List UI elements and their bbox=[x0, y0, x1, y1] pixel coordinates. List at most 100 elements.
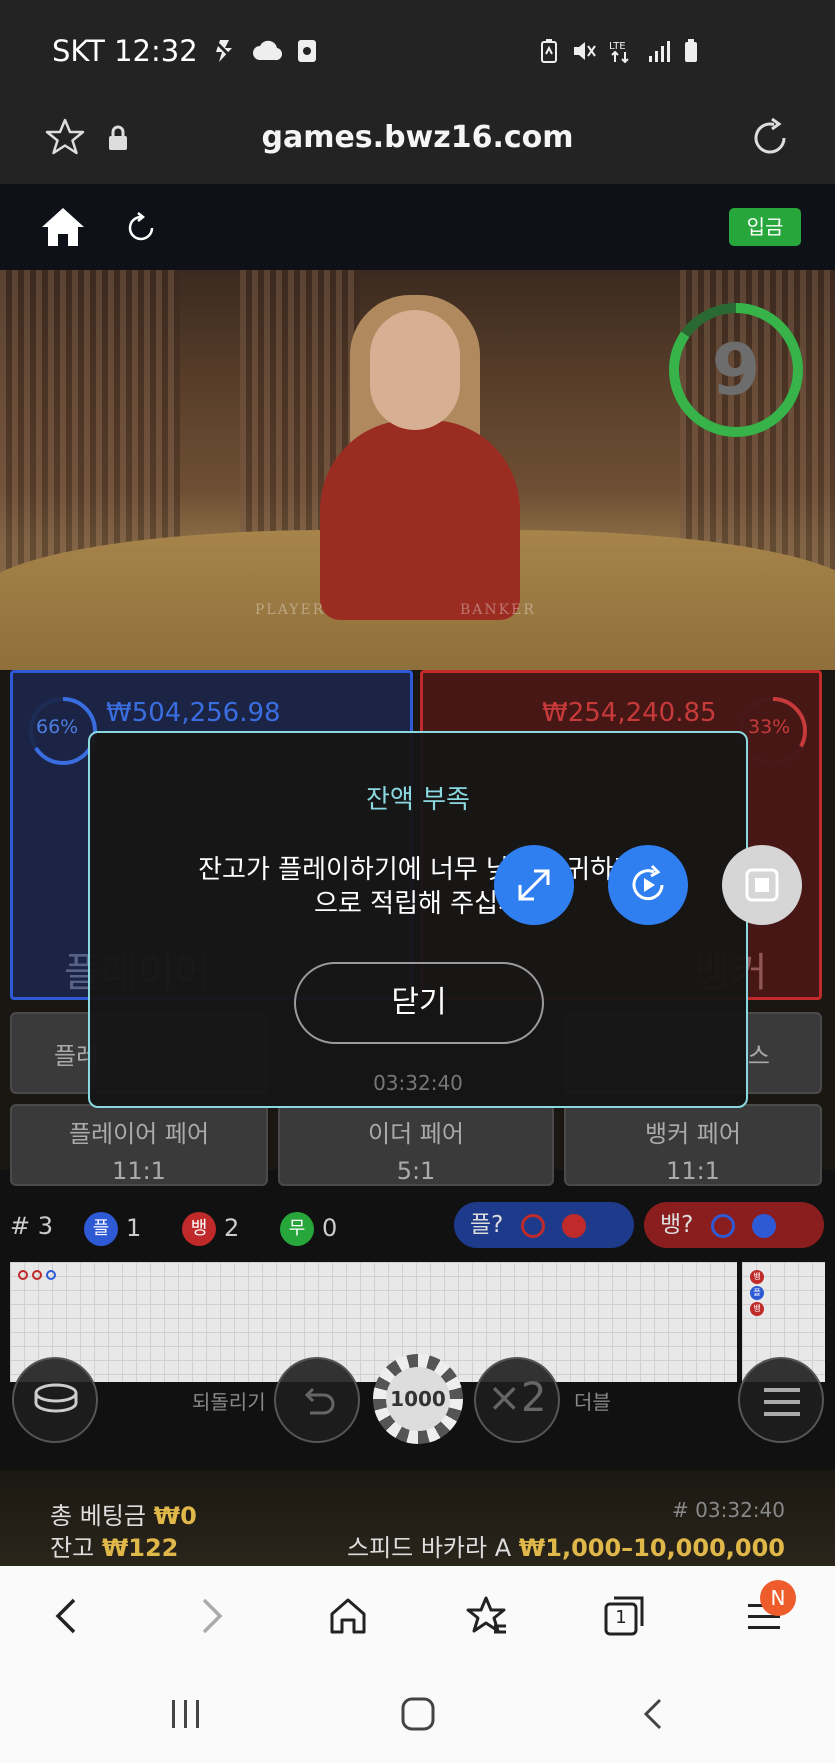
player-wins: 플1 bbox=[84, 1212, 141, 1246]
chip-tray-button[interactable] bbox=[12, 1357, 98, 1443]
round-time: # 03:32:40 bbox=[672, 1498, 785, 1522]
balance: 잔고 ₩122 bbox=[50, 1528, 178, 1563]
player-pair-odds: 11:1 bbox=[112, 1157, 166, 1185]
dealer-head bbox=[370, 310, 460, 430]
banker-pair-button[interactable]: 뱅커 페어 11:1 bbox=[564, 1104, 822, 1186]
road-dot bbox=[46, 1270, 56, 1280]
browser-url-bar: games.bwz16.com bbox=[0, 100, 835, 184]
tabs-count: 1 bbox=[615, 1607, 627, 1628]
player-percent: 66% bbox=[36, 716, 79, 738]
banker-ask-label: 뱅? bbox=[660, 1212, 694, 1238]
player-win-count: 1 bbox=[126, 1214, 142, 1242]
tie-chip-label: 무 bbox=[280, 1212, 314, 1246]
chip-stack-icon bbox=[34, 1383, 78, 1413]
dialog-close-button[interactable]: 닫기 bbox=[294, 962, 544, 1044]
total-bet-label: 총 베팅금 bbox=[50, 1502, 146, 1530]
table-print-banker: BANKER bbox=[460, 602, 536, 618]
app-notification-icon bbox=[297, 40, 316, 62]
bead-player: 플 bbox=[750, 1286, 764, 1300]
player-total-amount: ₩504,256.98 bbox=[106, 698, 281, 728]
system-back-icon[interactable] bbox=[634, 1696, 674, 1732]
banker-pair-odds: 11:1 bbox=[666, 1157, 720, 1185]
home-nav-icon[interactable] bbox=[326, 1594, 370, 1638]
player-pair-button[interactable]: 플레이어 페어 11:1 bbox=[10, 1104, 268, 1186]
balance-value: ₩122 bbox=[101, 1534, 179, 1562]
undo-label: 되돌리기 bbox=[192, 1390, 266, 1414]
either-pair-odds: 5:1 bbox=[396, 1157, 436, 1185]
bead-banker: 뱅 bbox=[750, 1302, 764, 1316]
bead-banker: 뱅 bbox=[750, 1270, 764, 1284]
double-button[interactable]: ×2 bbox=[474, 1357, 560, 1443]
flash-off-icon bbox=[213, 39, 236, 63]
recent-apps-icon[interactable] bbox=[166, 1696, 206, 1732]
either-pair-label: 이더 페어 bbox=[368, 1120, 464, 1148]
stop-record-fab[interactable] bbox=[722, 845, 802, 925]
battery-icon bbox=[685, 39, 697, 62]
road-dot bbox=[18, 1270, 28, 1280]
chip-1000[interactable]: 1000 bbox=[373, 1354, 463, 1444]
battery-saver-icon bbox=[541, 39, 557, 63]
table-name: 스피드 바카라 A bbox=[346, 1534, 512, 1562]
system-nav-bar bbox=[0, 1666, 835, 1763]
deposit-button[interactable]: 입금 bbox=[729, 208, 801, 246]
big-road-board[interactable] bbox=[10, 1262, 737, 1382]
replay-fab[interactable] bbox=[608, 845, 688, 925]
refresh-icon[interactable] bbox=[124, 210, 158, 244]
total-bet: 총 베팅금 ₩0 bbox=[50, 1496, 197, 1531]
browser-nav-bar: 1 bbox=[0, 1566, 835, 1666]
banker-total-amount: ₩254,240.85 bbox=[542, 698, 717, 728]
table-print-player: PLAYER bbox=[255, 602, 326, 618]
player-ask-label: 플? bbox=[470, 1212, 504, 1238]
site-header: 입금 bbox=[0, 184, 835, 270]
bookmarks-icon[interactable] bbox=[464, 1594, 508, 1638]
status-left: SKT 12:32 bbox=[52, 34, 318, 68]
system-home-icon[interactable] bbox=[398, 1694, 438, 1734]
carrier-time: SKT 12:32 bbox=[52, 34, 198, 68]
banker-win-count: 2 bbox=[224, 1214, 240, 1242]
red-dot-icon bbox=[562, 1213, 586, 1238]
svg-text:LTE: LTE bbox=[609, 41, 626, 52]
stop-icon bbox=[745, 868, 779, 902]
lte-icon: LTE bbox=[609, 41, 629, 64]
tie-wins: 무0 bbox=[280, 1212, 337, 1246]
menu-button[interactable] bbox=[738, 1357, 824, 1443]
fullscreen-fab[interactable] bbox=[494, 845, 574, 925]
forward-icon[interactable] bbox=[188, 1594, 232, 1638]
tie-count: 0 bbox=[322, 1214, 338, 1242]
double-label: 더블 bbox=[574, 1390, 611, 1414]
undo-icon bbox=[304, 1387, 335, 1415]
cloud-icon bbox=[252, 40, 282, 61]
banker-pair-label: 뱅커 페어 bbox=[645, 1120, 741, 1148]
signal-icon bbox=[649, 41, 670, 62]
blue-ring-icon bbox=[710, 1213, 735, 1238]
player-pair-label: 플레이어 페어 bbox=[68, 1120, 210, 1148]
status-bar: SKT 12:32 LTE bbox=[0, 0, 835, 100]
player-ask-button[interactable]: 플? bbox=[454, 1202, 634, 1248]
expand-icon bbox=[518, 869, 550, 901]
countdown-number: 9 bbox=[711, 329, 761, 411]
back-icon[interactable] bbox=[46, 1594, 90, 1638]
undo-button[interactable] bbox=[274, 1357, 360, 1443]
chip-value: 1000 bbox=[386, 1367, 450, 1431]
dialog-time: 03:32:40 bbox=[373, 1071, 463, 1095]
double-symbol: ×2 bbox=[487, 1375, 547, 1421]
reload-icon[interactable] bbox=[748, 116, 792, 160]
url-text[interactable]: games.bwz16.com bbox=[0, 120, 835, 155]
total-bet-value: ₩0 bbox=[153, 1502, 197, 1530]
either-pair-button[interactable]: 이더 페어 5:1 bbox=[278, 1104, 554, 1186]
banker-ask-button[interactable]: 뱅? bbox=[644, 1202, 824, 1248]
road-dot bbox=[32, 1270, 42, 1280]
table-limits: ₩1,000–10,000,000 bbox=[518, 1534, 785, 1562]
menu-badge: N bbox=[760, 1580, 796, 1616]
banker-wins: 뱅2 bbox=[182, 1212, 239, 1246]
home-icon[interactable] bbox=[40, 206, 86, 248]
replay-icon bbox=[632, 864, 664, 901]
status-right: LTE bbox=[539, 38, 699, 64]
mute-icon bbox=[574, 42, 596, 60]
table-info: 스피드 바카라 A ₩1,000–10,000,000 bbox=[347, 1528, 785, 1563]
tabs-button[interactable]: 1 bbox=[602, 1594, 646, 1638]
round-number: # 3 bbox=[10, 1212, 54, 1240]
dealer-body bbox=[320, 420, 520, 620]
banker-percent: 33% bbox=[748, 716, 791, 738]
banker-chip-label: 뱅 bbox=[182, 1212, 216, 1246]
